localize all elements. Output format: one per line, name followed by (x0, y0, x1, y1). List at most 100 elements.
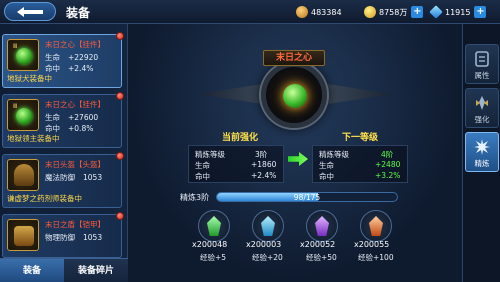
back-arrow-icon (17, 7, 43, 17)
stat-value: +2.4% (251, 171, 277, 180)
stat-line: 命中 +2.4% (45, 63, 93, 74)
stat-value: +0.8% (68, 124, 94, 133)
top-bar: 装备 483384 8758万 + 11915 + (0, 0, 500, 24)
stone-count: x200052 (300, 240, 336, 249)
equipment-item[interactable]: Ⅲ 末日之心【挂件】 生命 +27600 命中 +0.8% 地狱领主装备中 (2, 92, 124, 148)
notification-dot (116, 152, 124, 160)
coin-stack-icon (296, 6, 308, 18)
tab-equipment-fragments[interactable]: 装备碎片 (64, 258, 128, 282)
stat-label: 生命 (45, 53, 60, 62)
stat-value: +2480 (375, 160, 401, 169)
resource-value: 11915 (445, 7, 471, 17)
equipment-name: 末日之心【挂件】 (45, 100, 105, 109)
stone-count: x200055 (354, 240, 390, 249)
diamond-icon (429, 5, 443, 19)
stat-line: 魔法防御 1053 (45, 172, 102, 183)
attribute-icon (475, 51, 489, 67)
next-stats: 精炼等级 4阶 生命 +2480 命中 +3.2% (312, 145, 408, 183)
helmet-icon (7, 159, 39, 191)
green-orb-icon: Ⅲ (7, 99, 39, 131)
purple-crystal-icon (315, 216, 329, 236)
refine-level-label: 精炼3阶 (180, 193, 210, 202)
stat-value: +22920 (68, 53, 99, 62)
left-wing-decoration (198, 84, 262, 104)
stone-exp: 经验+100 (358, 253, 394, 262)
add-gold-button[interactable]: + (411, 6, 424, 18)
side-tabs: 属性 强化 精炼 (462, 24, 500, 282)
green-orb-icon (283, 84, 307, 108)
exp-text: 98/175 (293, 193, 321, 202)
resource-diamond: 11915 + (429, 5, 487, 19)
stat-label: 魔法防御 (45, 173, 75, 182)
add-diamond-button[interactable]: + (474, 6, 487, 18)
item-display-ring (261, 62, 327, 128)
right-wing-decoration (328, 84, 392, 104)
bottom-tabs: 装备 装备碎片 (0, 258, 128, 282)
resource-value: 8758万 (379, 7, 408, 17)
stone-slot[interactable] (198, 210, 230, 242)
stat-label: 精炼等级 (195, 150, 225, 159)
enhance-icon (476, 96, 488, 110)
notification-dot (116, 212, 124, 220)
blue-crystal-icon (261, 216, 275, 236)
notification-dot (116, 92, 124, 100)
current-enhance-header: 当前强化 (222, 133, 259, 143)
refine-exp-bar: 98/175 (216, 192, 398, 202)
stat-value: 1053 (83, 173, 103, 182)
tab-equipment[interactable]: 装备 (0, 258, 64, 282)
stone-exp: 经验+20 (252, 253, 283, 262)
equipment-item[interactable]: Ⅲ 末日之心【挂件】 生命 +22920 命中 +2.4% 地狱犬装备中 (2, 32, 124, 88)
stat-label: 生命 (195, 161, 210, 170)
armor-icon (7, 219, 39, 251)
equipped-by: 地狱领主装备中 (7, 134, 60, 143)
equipment-item[interactable]: 末日之盾【铠甲】 物理防御 1053 (2, 212, 124, 258)
stone-slot[interactable] (360, 210, 392, 242)
stat-line: 物理防御 1053 (45, 232, 102, 243)
stone-exp: 经验+50 (306, 253, 337, 262)
stat-value: 3阶 (255, 150, 268, 159)
stat-value: 1053 (83, 233, 103, 242)
stat-line: 生命 +22920 (45, 52, 98, 63)
equipment-name: 末日头盔【头盔】 (45, 160, 105, 169)
stat-value: 4阶 (381, 150, 394, 159)
stat-line: 生命 +27600 (45, 112, 98, 123)
notification-dot (116, 32, 124, 40)
resource-gold: 8758万 + (364, 5, 424, 19)
green-orb-icon: Ⅲ (7, 39, 39, 71)
tab-label: 属性 (474, 71, 490, 80)
back-button[interactable] (4, 2, 56, 21)
tab-label: 强化 (474, 115, 490, 124)
equipment-item[interactable]: 末日头盔【头盔】 魔法防御 1053 谦虚梦之药剂师装备中 (2, 152, 124, 208)
stone-count: x200003 (246, 240, 282, 249)
stat-label: 命中 (195, 172, 210, 181)
resource-coin-stack: 483384 (296, 5, 342, 19)
stone-slot[interactable] (306, 210, 338, 242)
stat-label: 命中 (45, 64, 60, 73)
refine-icon (474, 139, 490, 155)
equipped-by: 地狱犬装备中 (7, 74, 52, 83)
stat-label: 命中 (319, 172, 334, 181)
tab-enhance[interactable]: 强化 (465, 88, 499, 128)
tab-label: 精炼 (474, 159, 490, 168)
refine-panel: 末日之心 当前强化 下一等级 精炼等级 3阶 生命 +1860 命中 +2.4%… (128, 24, 462, 282)
stone-slot[interactable] (252, 210, 284, 242)
next-level-header: 下一等级 (342, 133, 379, 143)
stat-label: 生命 (319, 161, 334, 170)
green-crystal-icon (207, 216, 221, 236)
tab-attributes[interactable]: 属性 (465, 44, 499, 84)
stat-label: 生命 (45, 113, 60, 122)
stat-label: 命中 (45, 124, 60, 133)
stat-value: +27600 (68, 113, 99, 122)
resource-value: 483384 (311, 7, 342, 17)
current-stats: 精炼等级 3阶 生命 +1860 命中 +2.4% (188, 145, 284, 183)
tab-refine[interactable]: 精炼 (465, 132, 499, 172)
equipped-by: 谦虚梦之药剂师装备中 (7, 194, 82, 203)
equipment-name: 末日之心【挂件】 (45, 40, 105, 49)
upgrade-arrow-icon (288, 152, 308, 166)
stone-exp: 经验+5 (200, 253, 227, 262)
stat-label: 精炼等级 (319, 150, 349, 159)
page-title: 装备 (66, 6, 91, 20)
stat-value: +3.2% (375, 171, 401, 180)
orange-crystal-icon (369, 216, 383, 236)
gold-coin-icon (364, 6, 376, 18)
